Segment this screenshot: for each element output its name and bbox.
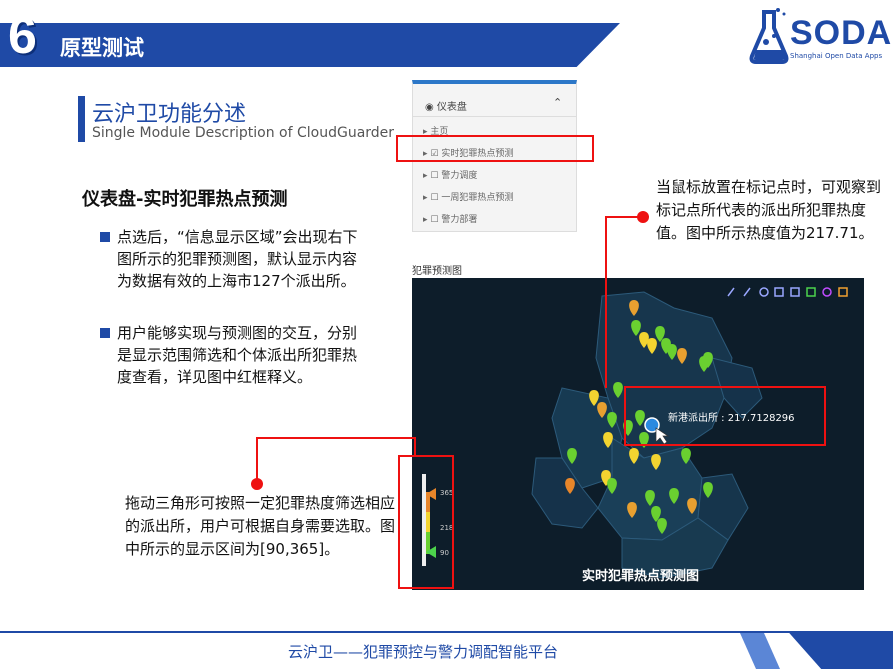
connector-line <box>256 437 258 483</box>
annotation-slider: 拖动三角形可按照一定犯罪热度筛选相应的派出所，用户可根据自身需要选取。图中所示的… <box>125 494 396 558</box>
chevron-up-icon[interactable]: ⌃ <box>553 96 562 109</box>
menu-item-deploy[interactable]: ▸ ☐ 警力部署 <box>423 212 477 225</box>
footer-corner <box>789 633 893 669</box>
checkbox-icon[interactable]: ☐ <box>430 193 438 203</box>
connector-dot <box>637 211 649 223</box>
footer-stripe <box>740 633 780 669</box>
menu-item-weekly[interactable]: ▸ ☐ 一周犯罪热点预测 <box>423 190 513 203</box>
connector-line <box>605 216 607 388</box>
bullet-square-icon <box>100 328 110 338</box>
footer-line <box>0 631 893 633</box>
bullet-text: 点选后，“信息显示区域”会出现右下图所示的犯罪预测图，默认显示内容为数据有效的上… <box>117 228 358 290</box>
footer-text: 云沪卫——犯罪预控与警力调配智能平台 <box>288 643 559 661</box>
flask-icon <box>749 8 789 64</box>
dashboard-title: 仪表盘-实时犯罪热点预测 <box>82 189 288 210</box>
menu-highlight-box <box>396 135 594 162</box>
header-title: 原型测试 <box>60 36 144 60</box>
map-caption: 实时犯罪热点预测图 <box>582 569 700 584</box>
logo-subtitle: Shanghai Open Data Apps <box>790 52 883 60</box>
menu-item-dispatch[interactable]: ▸ ☐ 警力调度 <box>423 168 477 181</box>
menu-header[interactable]: ◉ 仪表盘 <box>425 98 467 113</box>
section-accent <box>78 96 85 142</box>
map-label: 犯罪预测图 <box>412 266 462 277</box>
connector-line <box>414 437 416 457</box>
section-number: 6 <box>8 7 37 65</box>
menu-header-label: 仪表盘 <box>436 102 467 113</box>
slider-highlight-box <box>398 455 454 589</box>
bullet-text: 用户能够实现与预测图的交互，分别是显示范围筛选和个体派出所犯罪热度查看，详见图中… <box>117 324 358 386</box>
annotation-tooltip: 当鼠标放置在标记点时，可观察到标记点所代表的派出所犯罪热度值。图中所示热度值为2… <box>656 178 882 242</box>
bullet-square-icon <box>100 232 110 242</box>
dashboard-icon: ◉ <box>425 102 434 113</box>
checkbox-icon[interactable]: ☐ <box>430 171 438 181</box>
logo-name: SODA <box>790 14 893 52</box>
bullet-item: 用户能够实现与预测图的交互，分别是显示范围筛选和个体派出所犯罪热度查看，详见图中… <box>100 322 370 388</box>
tooltip-highlight-box <box>624 386 826 446</box>
section-subtitle: Single Module Description of CloudGuarde… <box>92 125 395 141</box>
checkbox-icon[interactable]: ☐ <box>430 215 438 225</box>
section-title: 云沪卫功能分述 <box>92 102 247 127</box>
map-toolbar[interactable] <box>727 287 848 297</box>
bullet-item: 点选后，“信息显示区域”会出现右下图所示的犯罪预测图，默认显示内容为数据有效的上… <box>100 226 370 292</box>
connector-dot <box>251 478 263 490</box>
connector-line <box>256 437 416 439</box>
